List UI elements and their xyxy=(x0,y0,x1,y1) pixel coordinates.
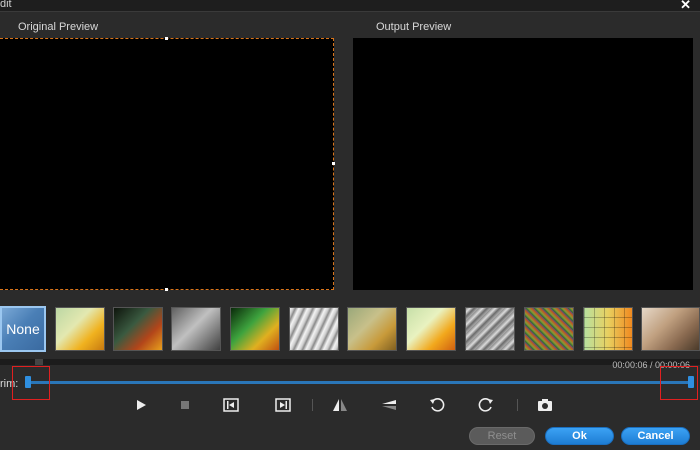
playback-progress-fill xyxy=(35,359,43,365)
filter-thumbnail[interactable] xyxy=(465,307,515,351)
crop-frame[interactable] xyxy=(0,38,334,290)
filter-thumbnail[interactable] xyxy=(55,307,105,351)
flip-vertical-icon[interactable] xyxy=(380,396,398,414)
stop-icon[interactable] xyxy=(176,396,194,414)
filter-thumbnail[interactable] xyxy=(230,307,280,351)
separator xyxy=(517,399,518,411)
snapshot-icon[interactable] xyxy=(536,396,554,414)
original-preview[interactable] xyxy=(0,37,335,291)
filter-none-label: None xyxy=(6,321,40,337)
title-bar: dit ✕ xyxy=(0,0,700,12)
flip-horizontal-icon[interactable] xyxy=(331,396,349,414)
filter-none[interactable]: None xyxy=(0,306,46,352)
trim-end-marker-icon[interactable] xyxy=(274,396,292,414)
playback-progress-bar[interactable] xyxy=(0,359,700,365)
trim-start-marker-icon[interactable] xyxy=(222,396,240,414)
filter-thumbnail[interactable] xyxy=(524,307,574,351)
crop-handle-bottom[interactable] xyxy=(165,288,168,291)
highlight-box-left xyxy=(12,366,50,400)
original-preview-label: Original Preview xyxy=(18,21,99,33)
filter-strip: None xyxy=(0,303,700,355)
rotate-left-icon[interactable] xyxy=(428,396,446,414)
ok-button[interactable]: Ok xyxy=(545,427,614,445)
play-icon[interactable] xyxy=(132,396,150,414)
filter-thumbnail[interactable] xyxy=(113,307,163,351)
reset-button[interactable]: Reset xyxy=(469,427,535,445)
trim-track[interactable] xyxy=(28,381,693,384)
highlight-box-right xyxy=(660,366,698,400)
crop-handle-right[interactable] xyxy=(332,162,335,165)
close-icon[interactable]: ✕ xyxy=(680,0,691,13)
filter-thumbnail[interactable] xyxy=(583,307,633,351)
filter-thumbnail[interactable] xyxy=(347,307,397,351)
filter-thumbnail[interactable] xyxy=(289,307,339,351)
rotate-right-icon[interactable] xyxy=(477,396,495,414)
cancel-button[interactable]: Cancel xyxy=(621,427,690,445)
window-title: dit xyxy=(0,0,12,10)
filter-thumbnail[interactable] xyxy=(406,307,456,351)
output-preview xyxy=(353,38,693,290)
crop-handle-top[interactable] xyxy=(165,37,168,40)
filter-thumbnail[interactable] xyxy=(171,307,221,351)
separator xyxy=(312,399,313,411)
playback-controls xyxy=(0,396,700,414)
filter-thumbnail[interactable] xyxy=(641,307,700,351)
output-preview-label: Output Preview xyxy=(376,21,452,33)
